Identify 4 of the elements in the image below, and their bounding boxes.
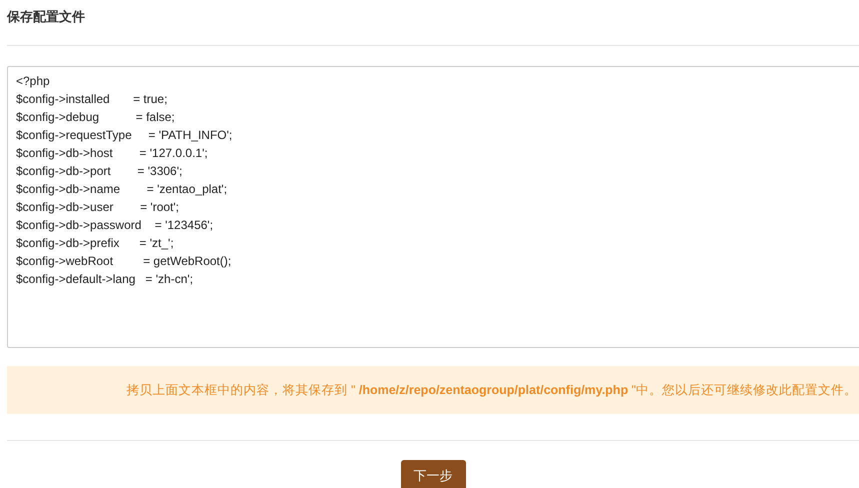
section-title: 保存配置文件	[7, 8, 85, 26]
notice-text: 拷贝上面文本框中的内容，将其保存到 " /home/z/repo/zentaogroup/plat/config/my.php "中。您以后还可继续修改此配置文件。	[126, 382, 857, 399]
config-text-area[interactable]: <?php $config->installed = true; $config->debug = false; $config->requestType = 'PATH_INFO'; $config->db->host = '127.0.0.1'; $config->db->port = '3306'; $config->db->name = 'zentao_plat'; $config->db->user = 'root'; $config->db->password = '123456'; $config->db->prefix = 'zt_'; $config->webRoot = getWebRoot(); $config->default->lang = 'zh-cn';	[7, 66, 859, 348]
next-button[interactable]: 下一步	[400, 460, 466, 488]
